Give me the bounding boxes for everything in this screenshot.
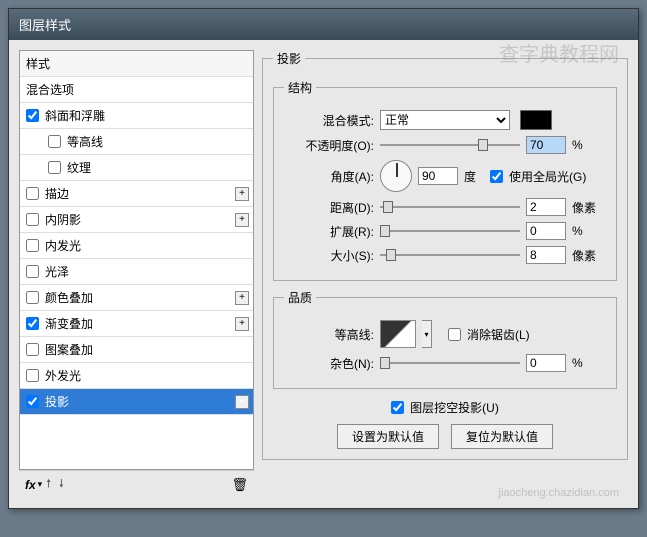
style-stroke[interactable]: 描边 +	[20, 181, 253, 207]
spread-unit: %	[572, 224, 602, 238]
opacity-label: 不透明度(O):	[284, 137, 374, 154]
quality-legend: 品质	[284, 289, 316, 306]
sidebar-footer: fx▾ 🠕 🠗 🗑	[19, 470, 254, 498]
move-up-icon[interactable]: 🠕	[46, 475, 51, 494]
drop-shadow-fieldset: 投影 结构 混合模式: 正常 不透明度(O): %	[262, 50, 628, 460]
style-bevel-emboss[interactable]: 斜面和浮雕	[20, 103, 253, 129]
checkbox-satin[interactable]	[26, 265, 39, 278]
checkbox-outer-glow[interactable]	[26, 369, 39, 382]
opacity-unit: %	[572, 138, 602, 152]
size-slider[interactable]	[380, 248, 520, 262]
contour-picker[interactable]	[380, 320, 416, 348]
distance-slider[interactable]	[380, 200, 520, 214]
style-gradient-overlay[interactable]: 渐变叠加 +	[20, 311, 253, 337]
spread-input[interactable]	[526, 222, 566, 240]
structure-legend: 结构	[284, 79, 316, 96]
style-contour[interactable]: 等高线	[20, 129, 253, 155]
checkbox-texture[interactable]	[48, 161, 61, 174]
checkbox-contour[interactable]	[48, 135, 61, 148]
knockout-checkbox[interactable]	[391, 401, 404, 414]
distance-label: 距离(D):	[284, 199, 374, 216]
spread-slider[interactable]	[380, 224, 520, 238]
antialias-label: 消除锯齿(L)	[467, 326, 530, 343]
fx-menu-icon[interactable]: fx	[25, 478, 36, 492]
spread-label: 扩展(R):	[284, 223, 374, 240]
quality-fieldset: 品质 等高线: ▾ 消除锯齿(L) 杂色(N): %	[273, 289, 617, 389]
drop-shadow-panel: 投影 结构 混合模式: 正常 不透明度(O): %	[262, 50, 628, 498]
opacity-input[interactable]	[526, 136, 566, 154]
noise-unit: %	[572, 356, 602, 370]
blend-mode-select[interactable]: 正常	[380, 110, 510, 130]
global-light-checkbox[interactable]	[490, 170, 503, 183]
styles-header: 样式	[20, 51, 253, 77]
add-stroke-icon[interactable]: +	[235, 187, 249, 201]
trash-icon[interactable]: 🗑	[231, 477, 248, 493]
checkbox-inner-shadow[interactable]	[26, 213, 39, 226]
style-inner-shadow[interactable]: 内阴影 +	[20, 207, 253, 233]
style-texture[interactable]: 纹理	[20, 155, 253, 181]
blending-options-row[interactable]: 混合选项	[20, 77, 253, 103]
add-gradient-overlay-icon[interactable]: +	[235, 317, 249, 331]
angle-input[interactable]	[418, 167, 458, 185]
checkbox-bevel[interactable]	[26, 109, 39, 122]
noise-slider[interactable]	[380, 356, 520, 370]
checkbox-pattern-overlay[interactable]	[26, 343, 39, 356]
noise-label: 杂色(N):	[284, 355, 374, 372]
add-inner-shadow-icon[interactable]: +	[235, 213, 249, 227]
checkbox-stroke[interactable]	[26, 187, 39, 200]
window-title: 图层样式	[9, 9, 638, 40]
checkbox-inner-glow[interactable]	[26, 239, 39, 252]
angle-label: 角度(A):	[284, 168, 374, 185]
style-inner-glow[interactable]: 内发光	[20, 233, 253, 259]
structure-fieldset: 结构 混合模式: 正常 不透明度(O): % 角度(A):	[273, 79, 617, 281]
style-satin[interactable]: 光泽	[20, 259, 253, 285]
distance-unit: 像素	[572, 199, 602, 216]
size-label: 大小(S):	[284, 247, 374, 264]
checkbox-gradient-overlay[interactable]	[26, 317, 39, 330]
size-unit: 像素	[572, 247, 602, 264]
panel-title: 投影	[273, 50, 305, 67]
global-light-label: 使用全局光(G)	[509, 168, 586, 185]
size-input[interactable]	[526, 246, 566, 264]
add-color-overlay-icon[interactable]: +	[235, 291, 249, 305]
blend-mode-label: 混合模式:	[284, 112, 374, 129]
layer-style-dialog: 图层样式 样式 混合选项 斜面和浮雕 等高线 纹理	[8, 8, 639, 509]
add-drop-shadow-icon[interactable]: +	[235, 395, 249, 409]
noise-input[interactable]	[526, 354, 566, 372]
shadow-color-swatch[interactable]	[520, 110, 552, 130]
antialias-checkbox[interactable]	[448, 328, 461, 341]
checkbox-drop-shadow[interactable]	[26, 395, 39, 408]
style-drop-shadow[interactable]: 投影 +	[20, 389, 253, 415]
styles-sidebar: 样式 混合选项 斜面和浮雕 等高线 纹理 描边 +	[19, 50, 254, 498]
knockout-label: 图层挖空投影(U)	[410, 399, 499, 416]
angle-dial[interactable]	[380, 160, 412, 192]
style-color-overlay[interactable]: 颜色叠加 +	[20, 285, 253, 311]
reset-default-button[interactable]: 复位为默认值	[451, 424, 553, 449]
make-default-button[interactable]: 设置为默认值	[337, 424, 439, 449]
opacity-slider[interactable]	[380, 138, 520, 152]
style-pattern-overlay[interactable]: 图案叠加	[20, 337, 253, 363]
checkbox-color-overlay[interactable]	[26, 291, 39, 304]
move-down-icon[interactable]: 🠗	[59, 475, 64, 494]
contour-label: 等高线:	[284, 326, 374, 343]
distance-input[interactable]	[526, 198, 566, 216]
contour-dropdown-icon[interactable]: ▾	[422, 320, 432, 348]
style-outer-glow[interactable]: 外发光	[20, 363, 253, 389]
angle-unit: 度	[464, 168, 476, 185]
